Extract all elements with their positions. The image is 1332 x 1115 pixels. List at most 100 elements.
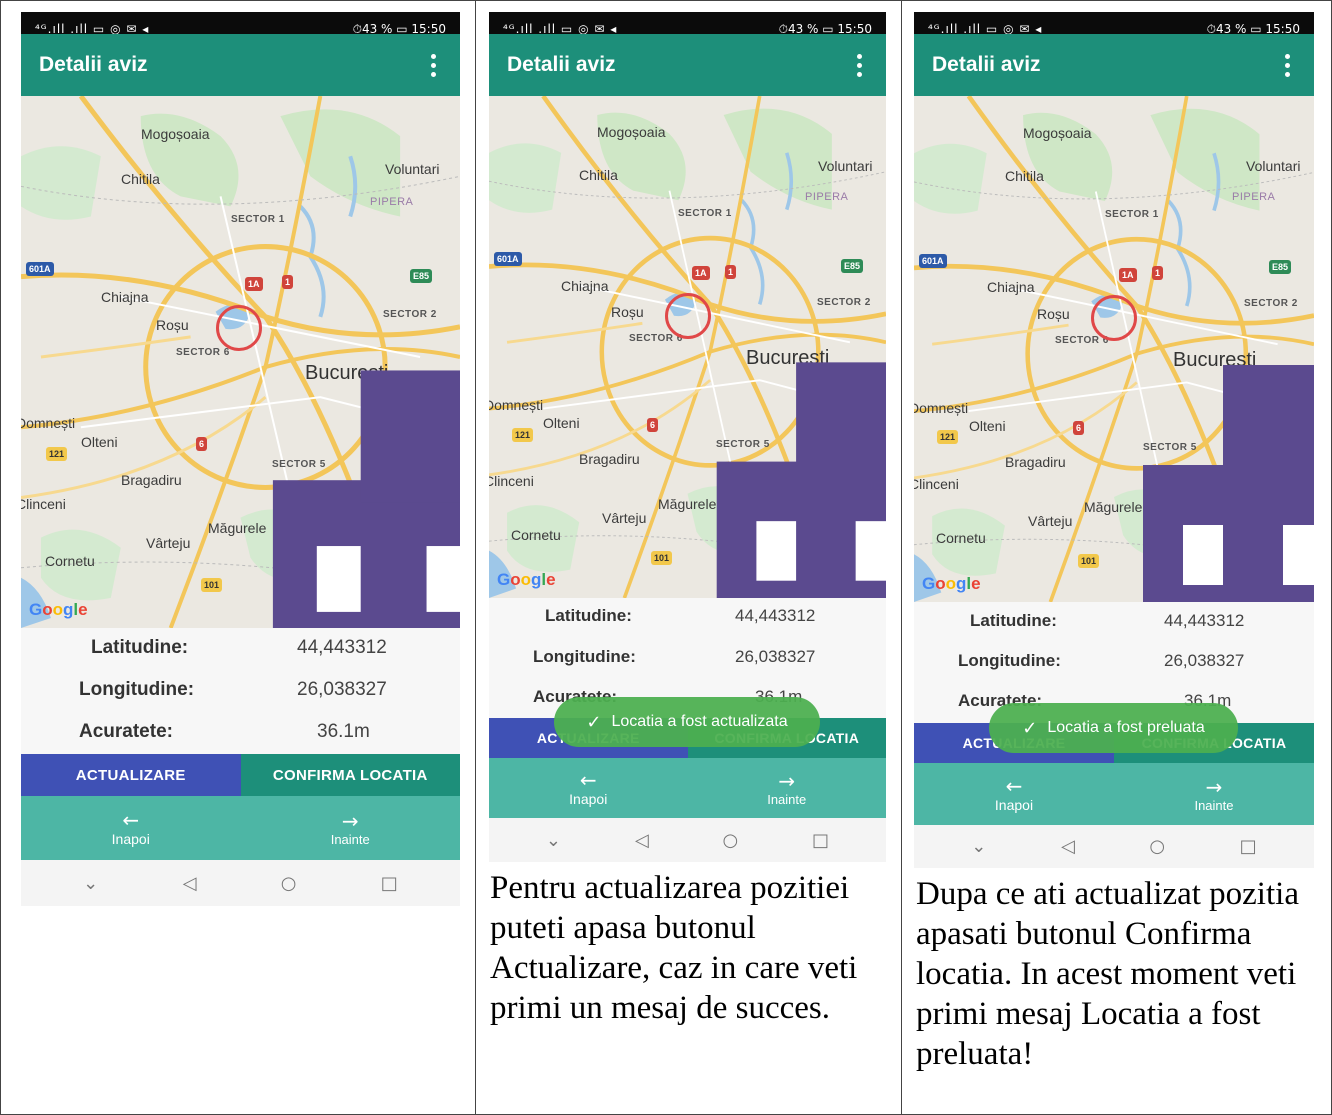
route-shield: 6 [196, 437, 208, 451]
route-shield: 1A [1119, 268, 1137, 282]
building-marker-icon [1143, 365, 1314, 602]
back-triangle-icon[interactable]: ◁ [183, 873, 197, 894]
action-buttons: ACTUALIZARE CONFIRMA LOCATIA [21, 754, 460, 796]
map-label: SECTOR 1 [678, 208, 732, 219]
route-shield: 1A [245, 277, 263, 291]
map-label: Cornetu [45, 553, 95, 569]
map-label: Domnești [21, 415, 76, 431]
info-label: Latitudine: [970, 611, 1057, 630]
google-logo: Google [922, 574, 981, 593]
next-button[interactable]: → Inainte [1114, 763, 1314, 825]
next-label: Inainte [767, 791, 807, 807]
chevron-down-icon[interactable]: ⌄ [83, 873, 98, 894]
back-button[interactable]: ← Inapoi [914, 763, 1114, 825]
arrow-right-icon: → [341, 808, 359, 833]
map-label: Voluntari [818, 158, 873, 174]
map-label: Chiajna [561, 278, 609, 294]
step-navigation: ← Inapoi → Inainte [914, 763, 1314, 825]
map-label: Cornetu [511, 527, 561, 543]
map-label: Domnești [914, 400, 969, 416]
success-toast: ✓ Locatia a fost preluata [989, 703, 1238, 753]
info-row: Latitudine: 44,443312 [21, 628, 460, 668]
info-row: Latitudine: 44,443312 [489, 596, 886, 636]
confirm-location-button[interactable]: CONFIRMA LOCATIA [240, 754, 460, 796]
map-label: Clinceni [914, 476, 959, 492]
map-label: Bragadiru [121, 472, 182, 488]
info-label: Longitudine: [958, 651, 1061, 670]
map-view[interactable]: Mogoșoaia Voluntari Chitila PIPERA SECTO… [914, 96, 1314, 602]
map-label: Chiajna [101, 289, 149, 305]
map-label: Voluntari [1246, 158, 1301, 174]
back-button[interactable]: ← Inapoi [489, 758, 688, 818]
map-label: Bragadiru [579, 451, 640, 467]
info-row: Longitudine: 26,038327 [489, 637, 886, 677]
phone-screenshot-3: ⁴ᴳ.ıll .ıll ▭ ◎ ✉ ◂ ⏱43 % ▭ 15:50 Detali… [914, 12, 1314, 868]
building-marker-icon [716, 362, 886, 598]
building-marker-icon [272, 370, 460, 628]
back-triangle-icon[interactable]: ◁ [1061, 836, 1075, 857]
system-navigation-bar: ⌄ ◁ ○ □ [489, 818, 886, 862]
map-label: Domnești [489, 397, 544, 413]
column-divider [475, 0, 476, 1115]
app-title: Detalii aviz [39, 53, 148, 76]
map-label: Voluntari [385, 161, 440, 177]
back-label: Inapoi [994, 797, 1034, 813]
caption-confirm-instructions: Dupa ce ati actualizat pozitia apasati b… [916, 876, 1299, 1072]
back-triangle-icon[interactable]: ◁ [635, 830, 649, 851]
chevron-down-icon[interactable]: ⌄ [971, 836, 986, 857]
arrow-left-icon: ← [1005, 774, 1023, 798]
recents-square-icon[interactable]: □ [1240, 836, 1257, 857]
map-label: SECTOR 6 [176, 347, 230, 358]
back-button[interactable]: ← Inapoi [21, 796, 241, 860]
map-label: Chitila [579, 167, 618, 183]
route-shield: 6 [1073, 421, 1085, 435]
map-label: PIPERA [370, 196, 414, 208]
app-bar: Detalii aviz [489, 34, 886, 96]
route-shield: 101 [201, 578, 223, 592]
update-button[interactable]: ACTUALIZARE [21, 754, 241, 796]
map-view[interactable]: Mogoșoaia Voluntari Chitila PIPERA SECTO… [489, 96, 886, 598]
next-button[interactable]: → Inainte [688, 758, 887, 818]
route-shield: 6 [647, 418, 659, 432]
route-shield: E85 [1269, 260, 1292, 274]
success-toast: ✓ Locatia a fost actualizata [554, 697, 820, 747]
app-bar: Detalii aviz [21, 34, 460, 96]
recents-square-icon[interactable]: □ [381, 873, 398, 894]
app-title: Detalii aviz [507, 53, 616, 76]
info-value: 44,443312 [297, 637, 387, 658]
route-shield: 1 [1152, 266, 1164, 280]
overflow-menu-icon[interactable] [425, 48, 442, 83]
overflow-menu-icon[interactable] [851, 48, 868, 83]
map-label: Chitila [1005, 168, 1044, 184]
next-button[interactable]: → Inainte [241, 796, 461, 860]
overflow-menu-icon[interactable] [1279, 48, 1296, 83]
map-view[interactable]: Mogoșoaia Voluntari Chitila PIPERA SECTO… [21, 96, 460, 628]
google-logo: Google [29, 600, 88, 619]
map-label: Olteni [81, 434, 118, 450]
home-circle-icon[interactable]: ○ [723, 830, 739, 851]
home-circle-icon[interactable]: ○ [281, 873, 297, 894]
route-shield: E85 [841, 259, 864, 273]
map-label: Clinceni [489, 473, 534, 489]
step-navigation: ← Inapoi → Inainte [489, 758, 886, 818]
map-label: Mogoșoaia [1023, 125, 1092, 141]
info-label: Longitudine: [533, 647, 636, 666]
phone-screenshot-1: ⁴ᴳ.ıll .ıll ▭ ◎ ✉ ◂ ⏱43 % ▭ 15:50 Detali… [21, 12, 460, 906]
map-label: Mogoșoaia [141, 126, 210, 142]
check-icon: ✓ [586, 711, 602, 733]
info-value: 44,443312 [1164, 611, 1245, 630]
route-shield: 121 [46, 447, 68, 461]
toast-message: Locatia a fost actualizata [611, 713, 788, 730]
info-label: Latitudine: [91, 637, 189, 658]
map-label: Cornetu [936, 530, 986, 546]
map-label: Roșu [611, 304, 644, 320]
home-circle-icon[interactable]: ○ [1149, 836, 1165, 857]
recents-square-icon[interactable]: □ [812, 830, 829, 851]
map-label: PIPERA [1232, 191, 1276, 203]
chevron-down-icon[interactable]: ⌄ [546, 830, 561, 851]
route-shield: 1A [692, 266, 710, 280]
info-label: Longitudine: [79, 679, 195, 700]
arrow-right-icon: → [1205, 774, 1223, 799]
arrow-left-icon: ← [122, 808, 140, 832]
map-label: SECTOR 1 [1105, 209, 1159, 220]
